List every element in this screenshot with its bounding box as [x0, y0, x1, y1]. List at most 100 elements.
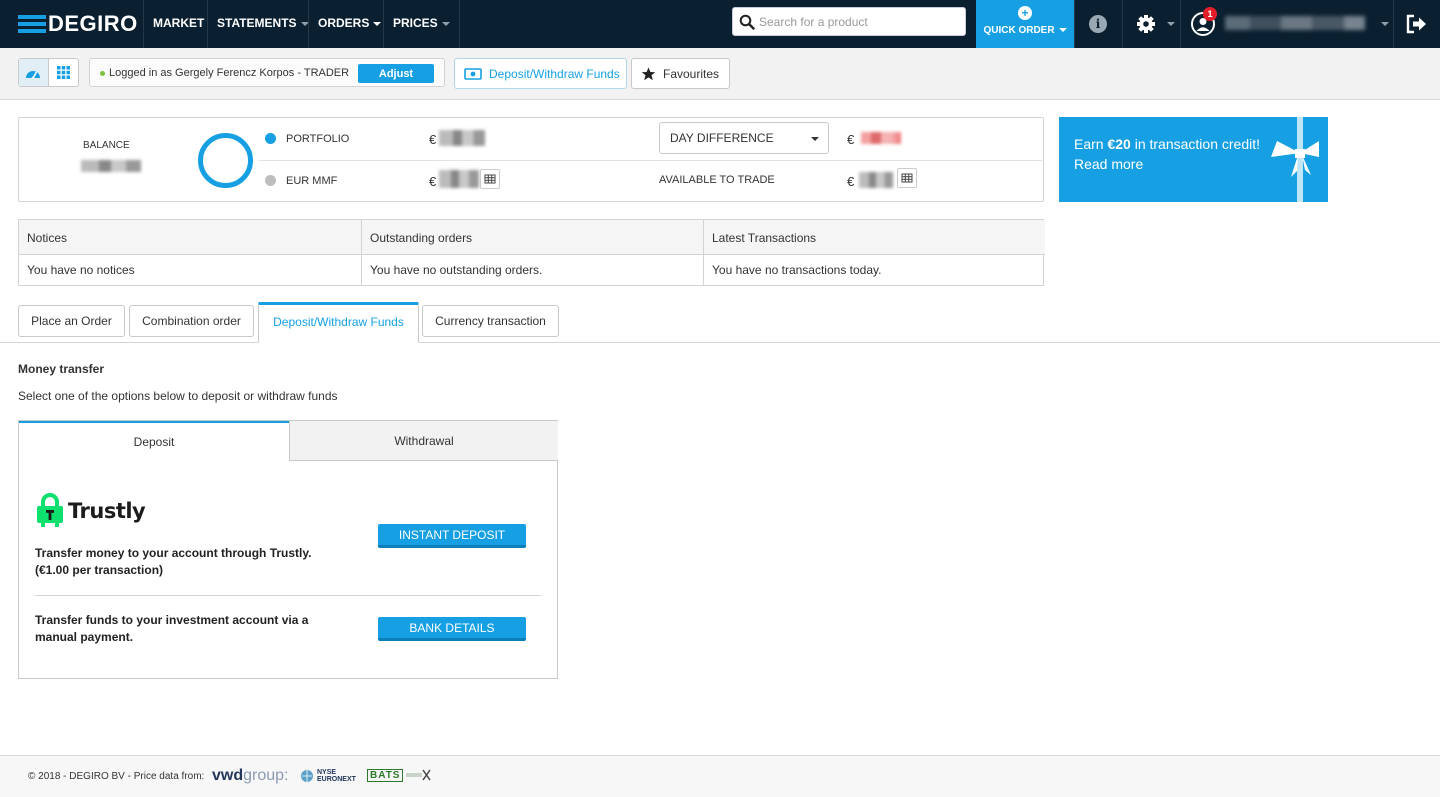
portfolio-label: PORTFOLIO [286, 133, 350, 145]
money-icon [464, 67, 482, 80]
portfolio-currency: € [429, 132, 437, 147]
chevron-down-icon [1167, 22, 1175, 26]
logout-icon[interactable] [1406, 14, 1428, 34]
calculator-icon[interactable] [897, 168, 917, 188]
tab-deposit[interactable]: Deposit [19, 421, 289, 461]
info-table: Notices Outstanding orders Latest Transa… [18, 219, 1045, 286]
chevron-down-icon [1381, 22, 1389, 26]
favourites-button[interactable]: Favourites [631, 58, 730, 89]
vwd-group-logo: vwdgroup: [212, 767, 289, 784]
bats-logo: BATS [367, 768, 432, 782]
divider [259, 160, 1044, 161]
notification-badge: 1 [1203, 7, 1217, 21]
nav-orders[interactable]: ORDERS [308, 0, 390, 48]
available-to-trade-label: AVAILABLE TO TRADE [659, 174, 775, 186]
gear-icon [1137, 15, 1155, 33]
tab-place-order[interactable]: Place an Order [18, 305, 125, 337]
deposit-withdraw-label: Deposit/Withdraw Funds [489, 66, 620, 81]
manual-payment-description: Transfer funds to your investment accoun… [35, 613, 309, 644]
tab-deposit-withdraw[interactable]: Deposit/Withdraw Funds [258, 302, 419, 343]
mmf-label: EUR MMF [286, 175, 338, 187]
deposit-withdraw-button[interactable]: Deposit/Withdraw Funds [454, 58, 627, 89]
promo-text: Earn €20 in transaction credit! Read mor… [1074, 136, 1260, 172]
trustly-description: Transfer money to your account through T… [35, 546, 312, 577]
settings-button[interactable] [1122, 0, 1180, 48]
search-icon [739, 14, 755, 30]
nyse-euronext-logo: NYSE EURONEXT [300, 769, 356, 783]
top-nav: DEGIRO MARKET STATEMENTS ORDERS PRICES +… [0, 0, 1440, 48]
chevron-down-icon [373, 21, 382, 26]
dashboard-view-button[interactable] [19, 59, 49, 86]
trustly-lock-icon [37, 493, 63, 527]
separator [35, 595, 541, 596]
chevron-down-icon [1058, 28, 1067, 33]
tabs-divider [0, 342, 1440, 343]
outstanding-orders-value: You have no outstanding orders. [362, 255, 704, 286]
money-transfer-box: Deposit Withdrawal Trustly Transfer mone… [18, 420, 558, 679]
available-value-redacted [859, 172, 893, 188]
tab-currency-transaction[interactable]: Currency transaction [422, 305, 559, 337]
money-transfer-title: Money transfer [18, 362, 105, 376]
balance-value-redacted [81, 160, 141, 172]
read-more-link[interactable]: Read more [1074, 156, 1143, 172]
gift-bow-icon [1271, 141, 1319, 177]
search-input[interactable] [759, 12, 959, 32]
bank-details-button[interactable]: BANK DETAILS [378, 617, 526, 641]
balance-panel: BALANCE PORTFOLIO € EUR MMF € DAY DIFFER… [18, 117, 1044, 202]
chevron-down-icon [811, 137, 819, 141]
adjust-button[interactable]: Adjust [358, 64, 434, 83]
available-currency: € [847, 174, 855, 189]
nav-statements[interactable]: STATEMENTS [207, 0, 318, 48]
day-diff-value-redacted [861, 132, 901, 144]
calculator-icon[interactable] [480, 169, 500, 189]
copyright-text: © 2018 - DEGIRO BV - Price data from: [28, 771, 205, 782]
user-name-redacted [1225, 16, 1365, 30]
trustly-wordmark: Trustly [68, 499, 146, 523]
search-box[interactable] [732, 7, 966, 36]
online-status-dot [100, 71, 105, 76]
portfolio-legend-dot [265, 133, 276, 144]
grid-icon [56, 66, 70, 79]
star-icon [641, 67, 656, 81]
logo-bars-icon [18, 15, 46, 33]
latest-transactions-value: You have no transactions today. [712, 263, 882, 277]
globe-icon [301, 770, 313, 782]
promo-banner[interactable]: Earn €20 in transaction credit! Read mor… [1059, 117, 1328, 202]
user-menu[interactable]: 1 [1180, 0, 1394, 48]
nav-market[interactable]: MARKET [143, 0, 213, 48]
speedometer-icon [26, 70, 41, 79]
chevron-down-icon [441, 21, 450, 26]
nav-prices[interactable]: PRICES [383, 0, 460, 48]
day-difference-label: DAY DIFFERENCE [670, 131, 774, 145]
notices-header[interactable]: Notices [19, 220, 362, 255]
tab-combination-order[interactable]: Combination order [129, 305, 254, 337]
plus-icon: + [1018, 6, 1032, 20]
login-status: Logged in as Gergely Ferencz Korpos - TR… [89, 58, 445, 87]
degiro-logo[interactable]: DEGIRO [18, 10, 138, 38]
day-diff-currency: € [847, 132, 855, 147]
quick-order-button[interactable]: + QUICK ORDER [976, 0, 1074, 48]
balance-label: BALANCE [83, 140, 130, 151]
quick-order-label: QUICK ORDER [983, 25, 1055, 36]
sub-toolbar: Logged in as Gergely Ferencz Korpos - TR… [0, 48, 1440, 100]
money-transfer-subtitle: Select one of the options below to depos… [18, 389, 338, 403]
login-text: Logged in as Gergely Ferencz Korpos - TR… [109, 67, 350, 79]
latest-transactions-header[interactable]: Latest Transactions [704, 220, 1045, 255]
tab-withdrawal[interactable]: Withdrawal [289, 421, 558, 461]
trustly-logo: Trustly [35, 492, 146, 530]
view-toggle [18, 58, 79, 87]
notices-value: You have no notices [19, 255, 362, 286]
info-button[interactable]: i [1074, 0, 1122, 48]
outstanding-orders-header[interactable]: Outstanding orders [362, 220, 704, 255]
info-icon: i [1089, 15, 1107, 33]
chi-x-icon [406, 769, 432, 781]
day-difference-select[interactable]: DAY DIFFERENCE [659, 122, 829, 154]
mmf-value-redacted [439, 170, 479, 188]
portfolio-value-redacted [439, 130, 485, 146]
mmf-currency: € [429, 174, 437, 189]
footer: © 2018 - DEGIRO BV - Price data from: vw… [0, 755, 1440, 797]
favourites-label: Favourites [663, 66, 720, 81]
grid-view-button[interactable] [49, 59, 78, 86]
mmf-legend-dot [265, 175, 276, 186]
instant-deposit-button[interactable]: INSTANT DEPOSIT [378, 524, 526, 548]
